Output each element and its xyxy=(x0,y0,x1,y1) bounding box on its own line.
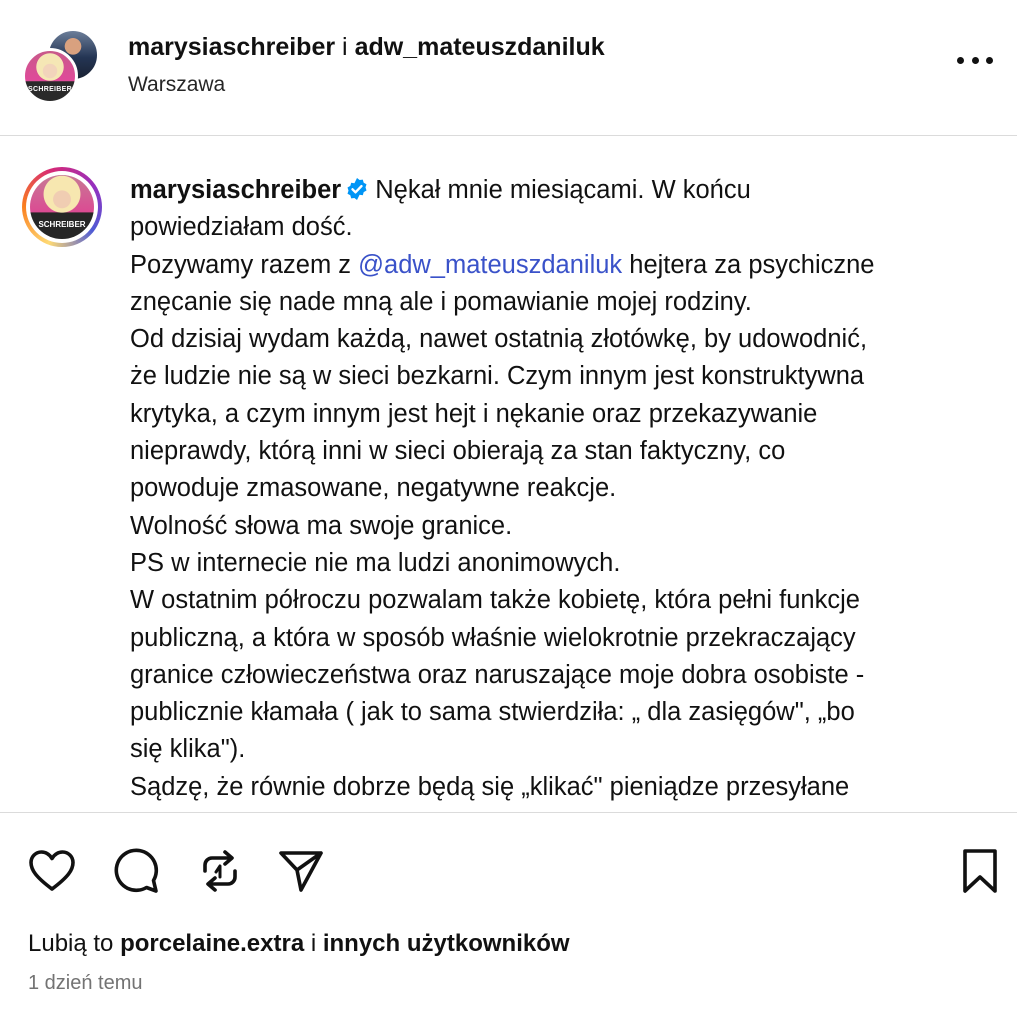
caption-line-10: Wolność słowa ma swoje granice. xyxy=(130,511,513,540)
likes-summary: Lubią to porcelaine.extra i innych użytk… xyxy=(28,930,570,958)
caption-area: SCHREIBER marysiaschreiber Nękał mnie mie… xyxy=(0,137,1017,811)
caption-line-14: granice człowieczeństwa oraz naruszające… xyxy=(130,660,865,689)
caption-line-2: powiedziałam dość. xyxy=(130,213,353,242)
verified-badge-icon xyxy=(347,178,367,200)
heart-icon[interactable] xyxy=(27,846,77,896)
caption-line-8: nieprawdy, którą inni w sieci obierają z… xyxy=(130,437,786,466)
send-icon[interactable] xyxy=(276,846,326,896)
caption-text-fragment: hejtera za psychiczne xyxy=(622,250,875,279)
avatar-ring-gap: SCHREIBER xyxy=(26,171,98,243)
likes-prefix: Lubią to xyxy=(28,930,121,957)
likes-connector: i xyxy=(304,930,323,957)
liker-username-link[interactable]: porcelaine.extra xyxy=(120,930,304,957)
caption-line: marysiaschreiber Nękał mnie miesiącami. W… xyxy=(130,172,990,209)
bookmark-icon[interactable] xyxy=(955,846,1005,896)
post-header: SCHREIBER marysiaschreiber i adw_mateusz… xyxy=(0,0,1017,136)
caption-username[interactable]: marysiaschreiber xyxy=(130,176,341,204)
mention-link[interactable]: @adw_mateuszdaniluk xyxy=(358,251,622,279)
caption-text-fragment: Pozywamy razem z xyxy=(130,250,359,279)
post-timestamp[interactable]: 1 dzień temu xyxy=(28,972,143,995)
caption-line-4: znęcanie się nade mną ale i pomawianie m… xyxy=(130,287,752,316)
caption-line-11: PS w internecie nie ma ludzi anonimowych… xyxy=(130,548,621,577)
username-link-2[interactable]: adw_mateuszdaniluk xyxy=(355,33,605,61)
action-bar xyxy=(0,812,1017,922)
username-separator: i xyxy=(342,33,348,61)
caption-line-6: że ludzie nie są w sieci bezkarni. Czym … xyxy=(130,362,865,391)
caption-line-3: Pozywamy razem z @adw_mateuszdaniluk hej… xyxy=(130,247,990,284)
avatar-brand-text: SCHREIBER xyxy=(28,86,72,93)
repost-icon[interactable] xyxy=(195,846,245,896)
caption-line-13: publiczną, a która w sposób właśnie wiel… xyxy=(130,623,856,652)
collab-avatars[interactable]: SCHREIBER xyxy=(22,28,100,104)
caption-line-7: krytyka, a czym innym jest hejt i nękani… xyxy=(130,399,818,428)
more-options-icon[interactable] xyxy=(957,50,993,70)
collab-usernames: marysiaschreiber i adw_mateuszdaniluk xyxy=(128,33,605,62)
avatar-marysiaschreiber[interactable]: SCHREIBER xyxy=(22,48,78,104)
caption-line-1: Nękał mnie miesiącami. W końcu xyxy=(375,176,751,204)
other-likers-link[interactable]: innych użytkowników xyxy=(323,930,570,957)
caption-line-12: W ostatnim półroczu pozwalam także kobie… xyxy=(130,586,860,615)
caption-avatar-story-ring[interactable]: SCHREIBER xyxy=(22,167,102,247)
caption-line-5: Od dzisiaj wydam każdą, nawet ostatnią z… xyxy=(130,325,868,354)
avatar-brand-text: SCHREIBER xyxy=(38,220,86,229)
caption-avatar: SCHREIBER xyxy=(30,175,94,239)
caption-line-9: powoduje zmasowane, negatywne reakcje. xyxy=(130,474,617,503)
caption-line-17: Sądzę, że równie dobrze będą się „klikać… xyxy=(130,772,850,801)
username-link-1[interactable]: marysiaschreiber xyxy=(128,33,335,61)
caption-text: marysiaschreiber Nękał mnie miesiącami. W… xyxy=(130,172,990,806)
caption-line-15: publicznie kłamała ( jak to sama stwierd… xyxy=(130,698,855,727)
caption-line-16: się klika"). xyxy=(130,735,246,764)
location-link[interactable]: Warszawa xyxy=(128,73,225,97)
comment-icon[interactable] xyxy=(111,846,161,896)
